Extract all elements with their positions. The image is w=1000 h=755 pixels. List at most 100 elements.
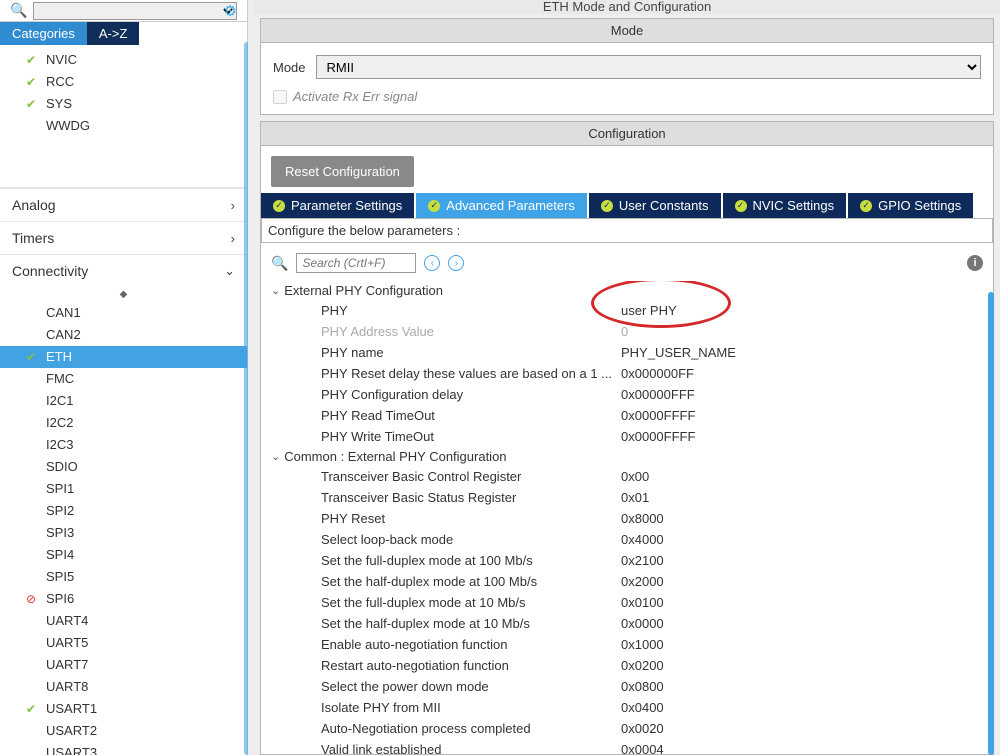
param-row[interactable]: PHY Write TimeOut0x0000FFFF: [271, 426, 983, 447]
gear-icon[interactable]: ⚙: [224, 2, 237, 20]
activate-rx-label: Activate Rx Err signal: [293, 89, 417, 104]
tree-item-FMC[interactable]: FMC: [0, 368, 247, 390]
category-tabs: Categories A->Z: [0, 22, 247, 45]
tree-item-UART5[interactable]: UART5: [0, 632, 247, 654]
section-timers[interactable]: Timers ›: [0, 221, 247, 254]
param-value: 0x0100: [621, 593, 983, 612]
tab-categories[interactable]: Categories: [0, 22, 87, 45]
tree-item-SDIO[interactable]: SDIO: [0, 456, 247, 478]
tree-item-UART4[interactable]: UART4: [0, 610, 247, 632]
tree-item-NVIC[interactable]: ✔NVIC: [0, 49, 247, 71]
param-label: PHY Read TimeOut: [321, 406, 621, 425]
tree-item-ETH[interactable]: ✔ETH: [0, 346, 247, 368]
tree-item-USART2[interactable]: USART2: [0, 720, 247, 742]
tree-item-SPI4[interactable]: SPI4: [0, 544, 247, 566]
mode-select[interactable]: RMII: [316, 55, 981, 79]
tree-item-SYS[interactable]: ✔SYS: [0, 93, 247, 115]
param-row[interactable]: Set the full-duplex mode at 100 Mb/s0x21…: [271, 550, 983, 571]
group-external-phy[interactable]: ⌄ External PHY Configuration: [271, 281, 983, 300]
param-row[interactable]: PHY Reset0x8000: [271, 508, 983, 529]
group-common-phy[interactable]: ⌄ Common : External PHY Configuration: [271, 447, 983, 466]
page-title: ETH Mode and Configuration: [254, 0, 1000, 14]
param-row[interactable]: Set the half-duplex mode at 100 Mb/s0x20…: [271, 571, 983, 592]
param-row[interactable]: PHY namePHY_USER_NAME: [271, 342, 983, 363]
param-row[interactable]: Restart auto-negotiation function0x0200: [271, 655, 983, 676]
sort-icon[interactable]: ◆: [0, 287, 247, 302]
param-row[interactable]: Auto-Negotiation process completed0x0020: [271, 718, 983, 739]
search-icon: 🔍: [271, 255, 288, 272]
param-value: 0x000000FF: [621, 364, 983, 383]
tree-item-I2C2[interactable]: I2C2: [0, 412, 247, 434]
param-row[interactable]: PHYuser PHY: [271, 300, 983, 321]
param-label: Set the half-duplex mode at 100 Mb/s: [321, 572, 621, 591]
param-value: 0x1000: [621, 635, 983, 654]
tree-item-I2C3[interactable]: I2C3: [0, 434, 247, 456]
next-result-icon[interactable]: ›: [448, 255, 464, 271]
param-label: Transceiver Basic Status Register: [321, 488, 621, 507]
param-value: user PHY: [621, 301, 983, 320]
search-icon: 🔍: [10, 2, 27, 19]
main-scrollbar[interactable]: [988, 292, 994, 755]
subtab-user-constants[interactable]: ✓User Constants: [589, 193, 721, 218]
sidebar: 🔍 ⚙ Categories A->Z ✔NVIC✔RCC✔SYSWWDG An…: [0, 0, 248, 755]
param-row[interactable]: PHY Configuration delay0x00000FFF: [271, 384, 983, 405]
tree-item-USART1[interactable]: ✔USART1: [0, 698, 247, 720]
subtab-gpio-settings[interactable]: ✓GPIO Settings: [848, 193, 973, 218]
param-row[interactable]: Valid link established0x0004: [271, 739, 983, 754]
mode-label: Mode: [273, 60, 306, 75]
param-search-input[interactable]: [296, 253, 416, 273]
reset-button[interactable]: Reset Configuration: [271, 156, 414, 187]
section-label: Analog: [12, 197, 56, 213]
tree-item-SPI5[interactable]: SPI5: [0, 566, 247, 588]
config-header: Configuration: [261, 122, 993, 146]
tab-a2z[interactable]: A->Z: [87, 22, 140, 45]
param-row[interactable]: Select loop-back mode0x4000: [271, 529, 983, 550]
tree-item-SPI2[interactable]: SPI2: [0, 500, 247, 522]
tree-item-UART8[interactable]: UART8: [0, 676, 247, 698]
subtab-nvic-settings[interactable]: ✓NVIC Settings: [723, 193, 847, 218]
param-label: Isolate PHY from MII: [321, 698, 621, 717]
tree-item-CAN1[interactable]: CAN1: [0, 302, 247, 324]
tree-item-SPI3[interactable]: SPI3: [0, 522, 247, 544]
param-row[interactable]: Transceiver Basic Status Register0x01: [271, 487, 983, 508]
param-row[interactable]: PHY Address Value0: [271, 321, 983, 342]
subtab-advanced-parameters[interactable]: ✓Advanced Parameters: [416, 193, 587, 218]
section-analog[interactable]: Analog ›: [0, 188, 247, 221]
param-row[interactable]: Isolate PHY from MII0x0400: [271, 697, 983, 718]
prev-result-icon[interactable]: ‹: [424, 255, 440, 271]
tree-item-SPI1[interactable]: SPI1: [0, 478, 247, 500]
check-icon: ✓: [735, 200, 747, 212]
info-icon[interactable]: i: [967, 255, 983, 271]
param-row[interactable]: Enable auto-negotiation function0x1000: [271, 634, 983, 655]
main: ETH Mode and Configuration Mode Mode RMI…: [248, 0, 1000, 755]
section-connectivity[interactable]: Connectivity ⌄: [0, 254, 247, 287]
param-value: 0x00: [621, 467, 983, 486]
tree-item-WWDG[interactable]: WWDG: [0, 115, 247, 137]
param-value: PHY_USER_NAME: [621, 343, 983, 362]
tree-item-I2C1[interactable]: I2C1: [0, 390, 247, 412]
param-label: PHY: [321, 301, 621, 320]
tree-item-USART3[interactable]: USART3: [0, 742, 247, 755]
tree-item-RCC[interactable]: ✔RCC: [0, 71, 247, 93]
param-label: PHY Reset delay these values are based o…: [321, 364, 621, 383]
tree-item-CAN2[interactable]: CAN2: [0, 324, 247, 346]
subtab-parameter-settings[interactable]: ✓Parameter Settings: [261, 193, 414, 218]
param-row[interactable]: PHY Read TimeOut0x0000FFFF: [271, 405, 983, 426]
check-icon: ✓: [428, 200, 440, 212]
tree-item-UART7[interactable]: UART7: [0, 654, 247, 676]
param-label: Set the full-duplex mode at 10 Mb/s: [321, 593, 621, 612]
param-value: 0x8000: [621, 509, 983, 528]
search-dropdown[interactable]: [33, 2, 237, 20]
param-row[interactable]: Set the full-duplex mode at 10 Mb/s0x010…: [271, 592, 983, 613]
activate-rx-checkbox[interactable]: [273, 90, 287, 104]
param-row[interactable]: Select the power down mode0x0800: [271, 676, 983, 697]
tree-item-SPI6[interactable]: ⊘SPI6: [0, 588, 247, 610]
chevron-down-icon: ⌄: [271, 284, 280, 297]
param-value: 0x2100: [621, 551, 983, 570]
check-icon: ✓: [601, 200, 613, 212]
param-value: 0x0000: [621, 614, 983, 633]
param-row[interactable]: PHY Reset delay these values are based o…: [271, 363, 983, 384]
param-row[interactable]: Set the half-duplex mode at 10 Mb/s0x000…: [271, 613, 983, 634]
param-row[interactable]: Transceiver Basic Control Register0x00: [271, 466, 983, 487]
param-value: 0x01: [621, 488, 983, 507]
